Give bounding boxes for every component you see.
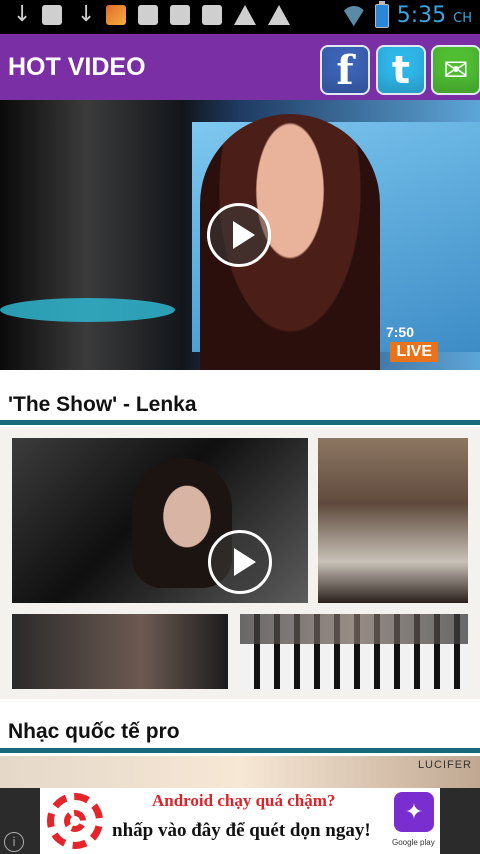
clipboard-icon <box>138 5 158 25</box>
keyboard-tile <box>240 614 468 689</box>
live-badge: LIVE <box>390 342 438 362</box>
twitter-icon: t <box>391 48 411 92</box>
battery-icon <box>374 0 389 28</box>
app-logo-icon: ✦ <box>394 792 434 832</box>
video-title[interactable]: Nhạc quốc tế pro <box>8 720 180 744</box>
ad-banner[interactable]: i Android chạy quá chậm? nhấp vào đây để… <box>0 788 480 854</box>
broadcast-time: 7:50 <box>385 324 414 340</box>
system-icons: 5:35 CH <box>341 0 472 28</box>
wifi-icon <box>341 6 367 26</box>
android-debug-icon <box>42 5 62 25</box>
cleaner-logo-icon <box>47 793 103 849</box>
usb-icon <box>10 2 31 27</box>
google-play-label: Google play <box>392 838 435 847</box>
video-title[interactable]: 'The Show' - Lenka <box>8 393 197 417</box>
app-notification-icon <box>106 5 126 25</box>
clock: 5:35 CH <box>397 3 472 28</box>
play-icon[interactable] <box>208 530 272 594</box>
notification-icons <box>10 2 290 27</box>
clock-period: CH <box>453 11 472 26</box>
app-header: HOT VIDEO f t ✉ <box>0 34 480 100</box>
status-bar: 5:35 CH <box>0 0 480 34</box>
warning-icon <box>234 5 256 25</box>
divider <box>0 748 480 753</box>
stage-light <box>0 298 175 322</box>
clipboard-icon <box>202 5 222 25</box>
usb-icon <box>74 2 95 27</box>
email-share-button[interactable]: ✉ <box>431 45 480 95</box>
facebook-share-button[interactable]: f <box>320 45 370 95</box>
warning-icon <box>268 5 290 25</box>
ad-content[interactable]: Android chạy quá chậm? nhấp vào đây để q… <box>40 788 440 854</box>
video-thumbnail[interactable] <box>0 427 480 699</box>
drum-pad-tile <box>12 614 228 689</box>
divider <box>0 420 480 425</box>
ad-call-to-action: nhấp vào đây để quét dọn ngay! <box>112 820 371 841</box>
video-overlay-label: LUCIFER <box>417 759 472 771</box>
video-thumbnail[interactable]: 7:50 LIVE <box>0 100 480 370</box>
clock-time: 5:35 <box>396 3 447 28</box>
download-icon <box>170 5 190 25</box>
piano-tile <box>318 438 468 603</box>
facebook-icon: f <box>336 46 354 94</box>
twitter-share-button[interactable]: t <box>376 45 426 95</box>
play-icon[interactable] <box>207 203 271 267</box>
ad-info-icon[interactable]: i <box>4 832 24 852</box>
mail-icon: ✉ <box>443 52 469 88</box>
video-thumbnail[interactable]: LUCIFER <box>0 756 480 790</box>
page-title: HOT VIDEO <box>8 53 146 81</box>
ad-headline: Android chạy quá chậm? <box>152 791 336 810</box>
